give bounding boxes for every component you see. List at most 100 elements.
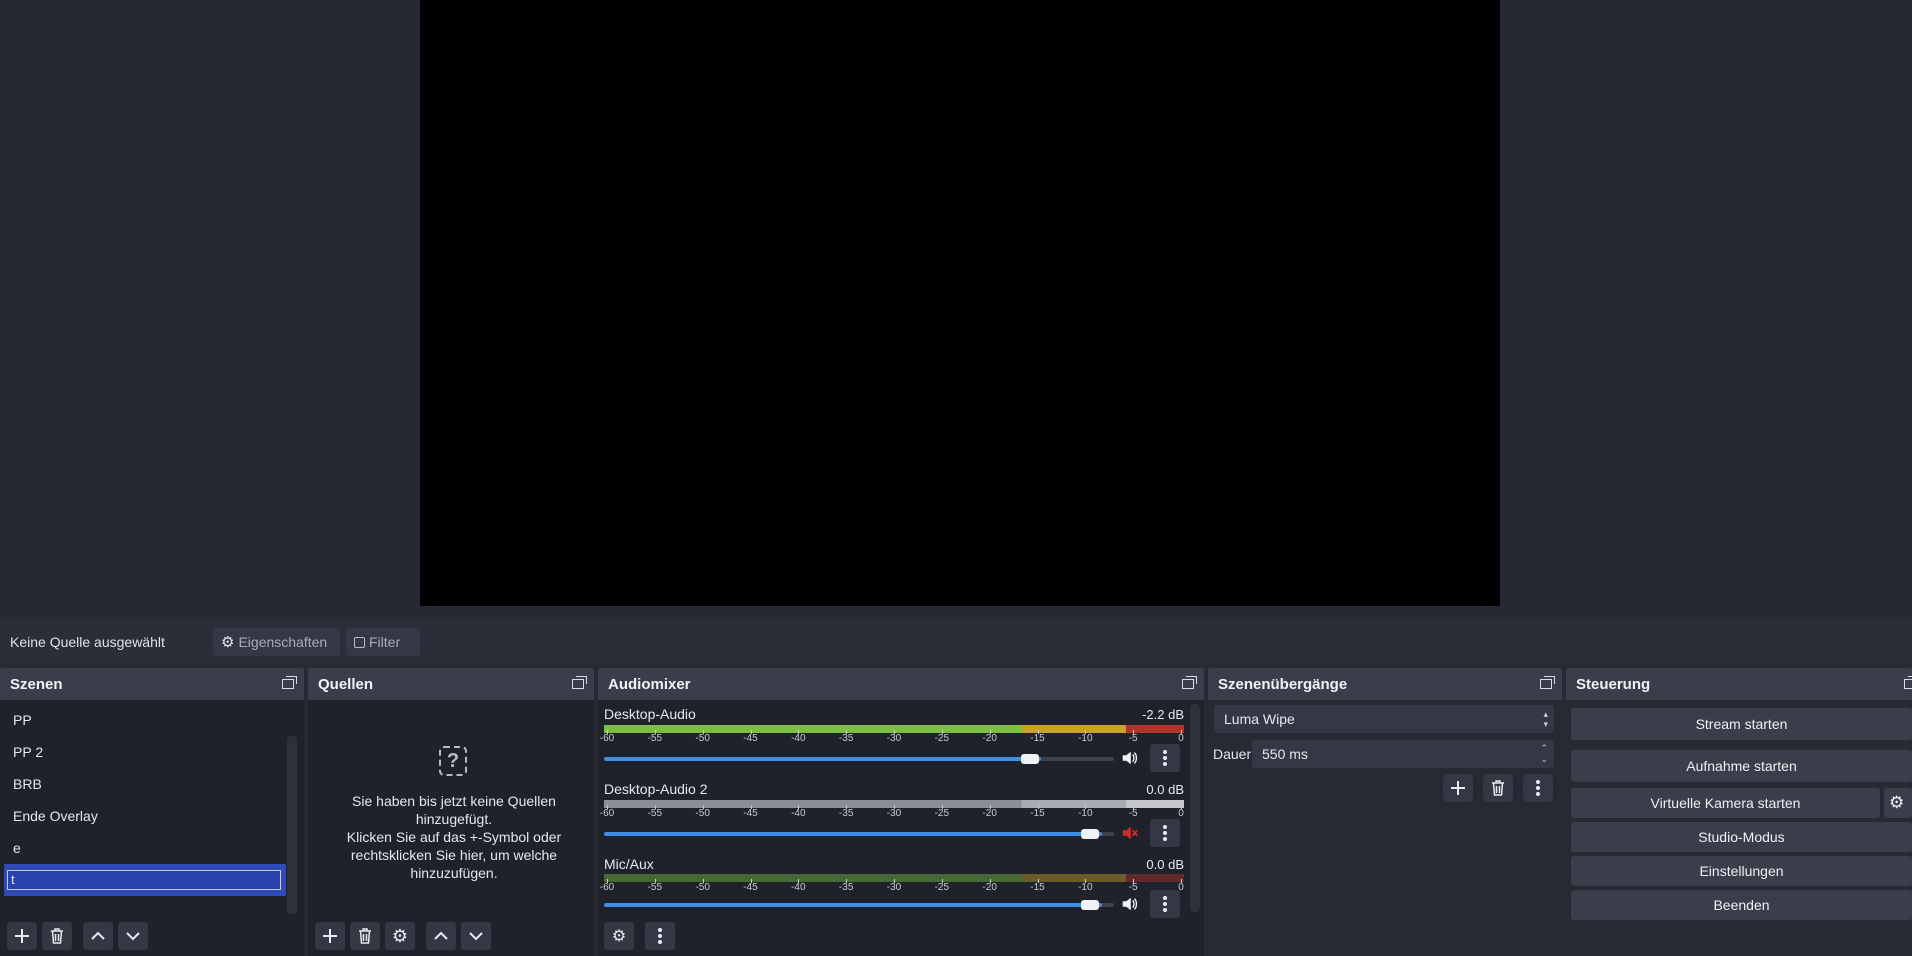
source-properties-button[interactable]: ⚙ xyxy=(385,922,415,950)
meter-tick-label: -10 xyxy=(1078,882,1093,893)
channel-name: Mic/Aux xyxy=(604,856,654,872)
channel-name: Desktop-Audio 2 xyxy=(604,781,708,797)
undock-icon[interactable] xyxy=(1182,676,1198,690)
meter-tick-label: -40 xyxy=(791,882,806,893)
move-scene-up-button[interactable] xyxy=(83,922,113,950)
filter-button[interactable]: Filter xyxy=(346,628,420,656)
volume-slider-handle[interactable] xyxy=(1021,754,1040,764)
settings-button[interactable]: Einstellungen xyxy=(1571,856,1912,886)
start-virtual-camera-button[interactable]: Virtuelle Kamera starten xyxy=(1571,788,1880,818)
meter-tick-label: -30 xyxy=(886,808,902,819)
transition-select[interactable]: Luma Wipe ▴ ▾ xyxy=(1214,705,1554,733)
mixer-menu-button[interactable] xyxy=(645,922,675,950)
meter-tick-label: -40 xyxy=(791,733,806,744)
remove-source-button[interactable] xyxy=(350,922,380,950)
mixer-header: Audiomixer xyxy=(598,668,1204,700)
meter-scale: -60 -55 -50 -45 -40 -35 -30 -25 -20 -15 -10 -5 0 xyxy=(600,730,1184,744)
undock-icon[interactable] xyxy=(282,676,298,690)
chevron-down-icon xyxy=(126,932,140,941)
scene-item[interactable]: Ende Overlay xyxy=(6,801,286,831)
meter-tick-label: -50 xyxy=(695,733,710,744)
kebab-icon xyxy=(1163,750,1167,766)
add-transition-button[interactable] xyxy=(1443,774,1473,802)
scene-label: Ende Overlay xyxy=(13,808,98,824)
meter-tick-label: -30 xyxy=(886,882,902,893)
scenes-scrollbar[interactable] xyxy=(287,736,297,914)
volume-slider-fill xyxy=(604,903,1102,907)
channel-db: 0.0 dB xyxy=(1146,857,1184,872)
select-arrows-icon: ▴ ▾ xyxy=(1543,709,1548,729)
scene-item[interactable]: PP 2 xyxy=(6,737,286,767)
no-source-label: Keine Quelle ausgewählt xyxy=(10,634,165,650)
channel-menu-button[interactable] xyxy=(1150,744,1180,772)
volume-slider-handle[interactable] xyxy=(1080,829,1099,839)
remove-scene-button[interactable] xyxy=(42,922,72,950)
scenes-header: Szenen xyxy=(0,668,304,700)
speaker-icon[interactable] xyxy=(1117,892,1141,916)
scene-item[interactable]: e xyxy=(6,833,286,863)
scene-label: BRB xyxy=(13,776,42,792)
meter-tick-label: -15 xyxy=(1030,808,1045,819)
meter-tick-label: -15 xyxy=(1030,882,1045,893)
sources-header: Quellen xyxy=(308,668,594,700)
move-source-up-button[interactable] xyxy=(426,922,456,950)
kebab-icon xyxy=(1163,896,1167,912)
meter-tick-label: -60 xyxy=(599,808,615,819)
channel-menu-button[interactable] xyxy=(1150,890,1180,918)
studio-mode-button[interactable]: Studio-Modus xyxy=(1571,822,1912,852)
scene-rename-input[interactable]: t xyxy=(7,870,281,890)
duration-label: Dauer xyxy=(1213,746,1252,762)
channel-menu-button[interactable] xyxy=(1150,819,1180,847)
plus-icon xyxy=(15,929,29,943)
preview-canvas[interactable] xyxy=(420,0,1500,606)
meter-scale: -60 -55 -50 -45 -40 -35 -30 -25 -20 -15 -10 -5 0 xyxy=(600,879,1184,893)
scene-item[interactable]: BRB xyxy=(6,769,286,799)
meter-tick-label: -50 xyxy=(695,882,710,893)
advanced-audio-button[interactable]: ⚙ xyxy=(604,922,634,950)
scene-item-selected[interactable]: t xyxy=(4,864,286,896)
meter-tick-label: -10 xyxy=(1078,733,1093,744)
transition-select-value: Luma Wipe xyxy=(1224,711,1295,727)
undock-icon[interactable] xyxy=(572,676,588,690)
volume-slider-handle[interactable] xyxy=(1080,900,1099,910)
properties-label: Eigenschaften xyxy=(238,634,328,650)
mixer-scrollbar[interactable] xyxy=(1190,704,1200,912)
transition-menu-button[interactable] xyxy=(1523,774,1553,802)
scene-label: PP 2 xyxy=(13,744,44,760)
meter-tick-label: -5 xyxy=(1128,808,1138,819)
virtual-camera-settings-button[interactable]: ⚙ xyxy=(1884,788,1912,818)
kebab-icon xyxy=(1163,825,1167,841)
meter-tick-label: -25 xyxy=(934,882,950,893)
gear-icon: ⚙ xyxy=(221,634,235,651)
duration-spinbox[interactable]: 550 ms ⌃ ⌄ xyxy=(1252,740,1554,768)
sources-empty-message: Sie haben bis jetzt keine Quellen hinzug… xyxy=(330,792,578,882)
meter-tick-label: -20 xyxy=(982,808,997,819)
meter-tick-label: -40 xyxy=(791,808,806,819)
start-recording-button[interactable]: Aufnahme starten xyxy=(1571,750,1912,782)
muted-speaker-icon[interactable] xyxy=(1117,821,1141,845)
meter-tick-label: -60 xyxy=(599,733,615,744)
remove-transition-button[interactable] xyxy=(1483,774,1513,802)
controls-title: Steuerung xyxy=(1576,676,1651,693)
speaker-icon[interactable] xyxy=(1117,746,1141,770)
spin-arrows-icon[interactable]: ⌃ ⌄ xyxy=(1540,743,1548,765)
scene-item[interactable]: PP xyxy=(6,705,286,735)
meter-scale: -60 -55 -50 -45 -40 -35 -30 -25 -20 -15 -10 -5 0 xyxy=(600,805,1184,819)
meter-tick-label: -45 xyxy=(743,808,758,819)
properties-button[interactable]: ⚙ Eigenschaften xyxy=(213,628,340,656)
meter-tick-label: -60 xyxy=(599,882,615,893)
add-source-button[interactable] xyxy=(315,922,345,950)
meter-tick-label: 0 xyxy=(1178,733,1184,744)
meter-tick-label: -25 xyxy=(934,808,950,819)
undock-icon[interactable] xyxy=(1540,676,1556,690)
move-scene-down-button[interactable] xyxy=(118,922,148,950)
sources-title: Quellen xyxy=(318,676,374,693)
add-scene-button[interactable] xyxy=(7,922,37,950)
undock-icon[interactable] xyxy=(1904,676,1912,690)
trash-icon xyxy=(359,928,371,944)
exit-button[interactable]: Beenden xyxy=(1571,890,1912,920)
start-stream-button[interactable]: Stream starten xyxy=(1571,708,1912,740)
meter-tick-label: -20 xyxy=(982,882,997,893)
sources-empty-line1: Sie haben bis jetzt keine Quellen hinzug… xyxy=(352,793,556,827)
move-source-down-button[interactable] xyxy=(461,922,491,950)
